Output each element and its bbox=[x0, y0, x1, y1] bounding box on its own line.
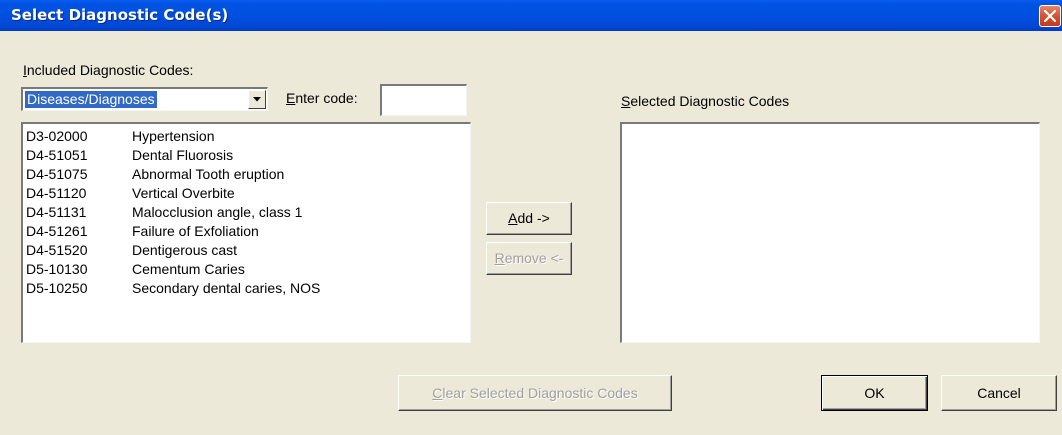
enter-code-label: Enter code: bbox=[286, 90, 358, 106]
code-value: D4-51051 bbox=[26, 147, 88, 163]
selected-codes-list[interactable] bbox=[620, 122, 1040, 343]
clear-button-accel: C bbox=[432, 385, 443, 401]
code-value: D3-02000 bbox=[26, 128, 88, 144]
close-icon bbox=[1044, 10, 1056, 22]
ok-button[interactable]: OK bbox=[821, 375, 928, 411]
selected-codes-label-text: elected Diagnostic Codes bbox=[630, 93, 790, 109]
selected-codes-label-accel: S bbox=[621, 93, 631, 109]
enter-code-label-text: nter code: bbox=[295, 90, 358, 106]
included-codes-label-text: ncluded Diagnostic Codes: bbox=[26, 62, 194, 78]
add-button-label: dd -> bbox=[517, 210, 550, 226]
remove-button-label: emove <- bbox=[504, 250, 564, 266]
code-description: Abnormal Tooth eruption bbox=[132, 166, 285, 182]
cancel-button[interactable]: Cancel bbox=[941, 375, 1057, 411]
chevron-down-icon bbox=[253, 97, 261, 102]
included-codes-label: Included Diagnostic Codes: bbox=[23, 62, 193, 78]
window-title: Select Diagnostic Code(s) bbox=[11, 6, 229, 24]
code-description: Malocclusion angle, class 1 bbox=[132, 204, 303, 220]
code-value: D4-51520 bbox=[26, 242, 88, 258]
add-button[interactable]: Add -> bbox=[486, 202, 572, 235]
clear-button-label: lear Selected Diagnostic Codes bbox=[442, 385, 638, 401]
code-description: Hypertension bbox=[132, 128, 215, 144]
remove-button[interactable]: Remove <- bbox=[486, 242, 572, 275]
included-codes-list[interactable]: D3-02000 Hypertension D4-51051 Dental Fl… bbox=[21, 122, 471, 343]
category-select[interactable]: Diseases/Diagnoses bbox=[21, 87, 268, 111]
selected-codes-label: Selected Diagnostic Codes bbox=[621, 93, 789, 109]
code-description: Failure of Exfoliation bbox=[132, 223, 259, 239]
enter-code-input[interactable] bbox=[380, 84, 467, 116]
remove-button-accel: R bbox=[494, 250, 505, 266]
code-description: Dentigerous cast bbox=[132, 242, 238, 258]
close-button[interactable] bbox=[1039, 5, 1061, 27]
title-bar[interactable]: Select Diagnostic Code(s) bbox=[0, 0, 1062, 31]
category-dropdown-button[interactable] bbox=[248, 90, 266, 109]
code-value: D4-51131 bbox=[26, 204, 87, 220]
code-value: D4-51261 bbox=[26, 223, 88, 239]
clear-selected-button[interactable]: Clear Selected Diagnostic Codes bbox=[398, 375, 672, 411]
code-description: Cementum Caries bbox=[132, 261, 245, 277]
code-value: D4-51075 bbox=[26, 166, 88, 182]
code-value: D5-10130 bbox=[26, 261, 88, 277]
code-description: Secondary dental caries, NOS bbox=[132, 280, 321, 296]
code-value: D4-51120 bbox=[26, 185, 87, 201]
add-button-accel: A bbox=[508, 210, 518, 226]
code-description: Vertical Overbite bbox=[132, 185, 235, 201]
category-select-value: Diseases/Diagnoses bbox=[25, 91, 157, 108]
enter-code-label-accel: E bbox=[286, 90, 296, 106]
dialog-window: Select Diagnostic Code(s) Included Diagn… bbox=[0, 0, 1062, 435]
code-description: Dental Fluorosis bbox=[132, 147, 234, 163]
code-value: D5-10250 bbox=[26, 280, 88, 296]
